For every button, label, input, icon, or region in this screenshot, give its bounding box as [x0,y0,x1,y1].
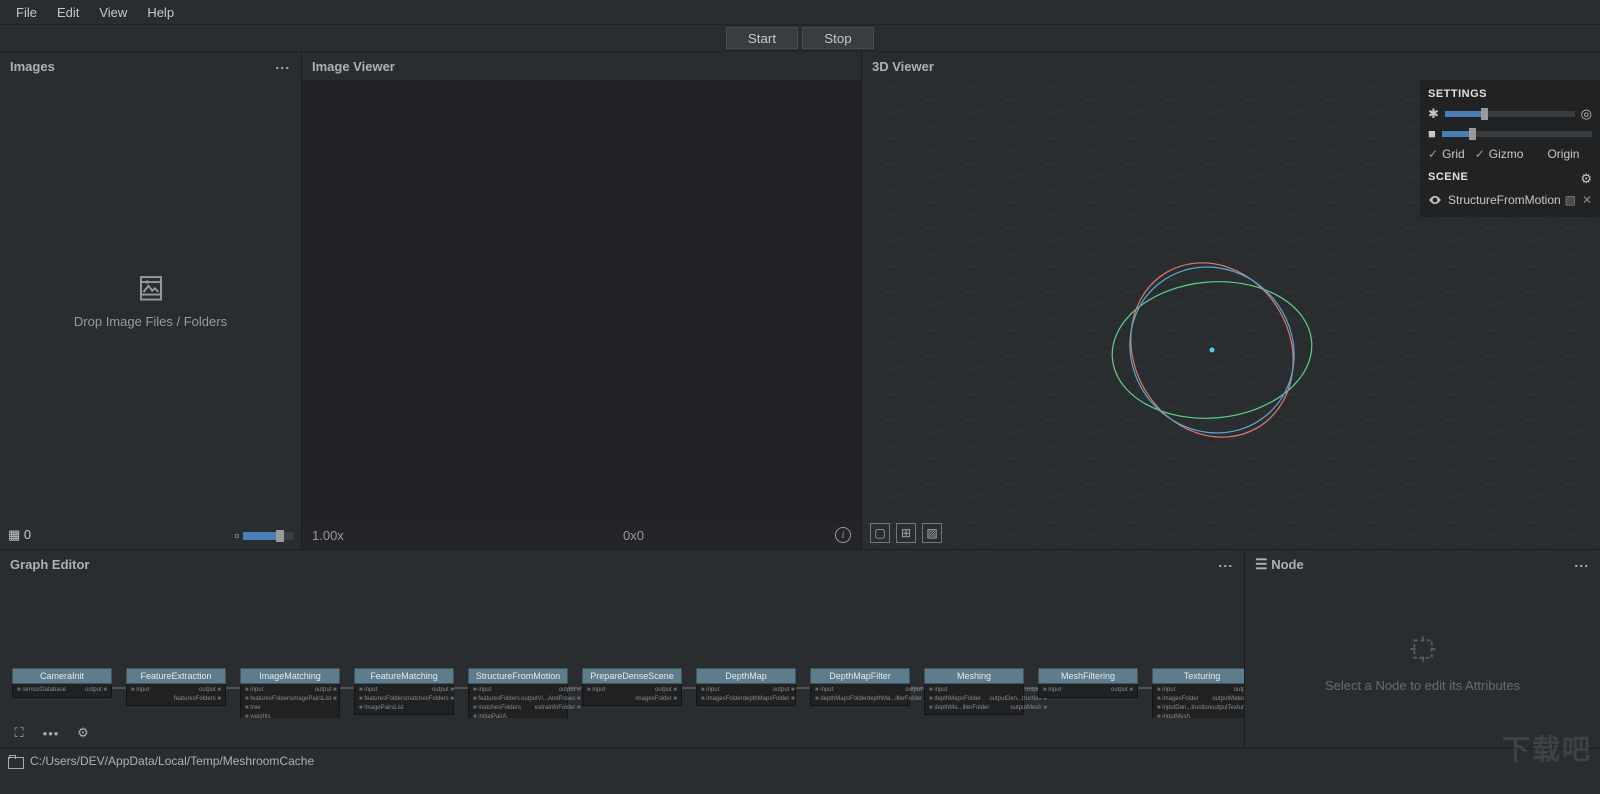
scene-settings-icon[interactable]: ⚙ [1580,171,1592,187]
view-bbox-icon[interactable]: ▢ [870,523,890,543]
node-depthmap[interactable]: DepthMapinputimagesFolderoutputdepthMaps… [696,668,796,706]
graph-editor-panel: Graph Editor CameraInitsensorDatabaseout… [0,550,1244,748]
graph-more-icon[interactable] [40,722,62,744]
thumb-size-control[interactable]: ▫ [235,528,293,543]
viewer3d-panel: 3D Viewer ▢ ⊞ ▨ SETTINGS [862,52,1600,549]
graph-editor-menu-icon[interactable] [1218,559,1234,570]
image-viewer-canvas[interactable] [302,80,861,521]
toggle-origin[interactable]: Origin [1533,147,1579,161]
menu-edit[interactable]: Edit [47,3,89,22]
graph-settings-icon[interactable]: ⚙ [72,722,94,744]
toggle-grid[interactable]: Grid [1428,147,1465,161]
node-preparedensescene[interactable]: PrepareDenseSceneinputoutputimagesFolder [582,668,682,706]
tune-icon: ☰ [1255,556,1268,572]
scene-heading: SCENE [1428,171,1468,183]
info-icon[interactable]: i [835,527,851,543]
stop-button[interactable]: Stop [802,27,874,49]
graph-canvas[interactable]: CameraInitsensorDatabaseoutput FeatureExt… [0,578,1244,718]
menubar: File Edit View Help [0,0,1600,24]
settings-heading: SETTINGS [1428,88,1592,100]
node-panel-menu-icon[interactable] [1574,559,1590,570]
graph-editor-title: Graph Editor [10,557,89,572]
start-button[interactable]: Start [726,27,798,49]
menu-view[interactable]: View [89,3,137,22]
node-depthmapfilter[interactable]: DepthMapFilterinputdepthMapsFolderoutput… [810,668,910,706]
image-viewer-panel: Image Viewer 1.00x 0x0 i [302,52,862,549]
select-target-icon [1408,634,1438,664]
image-dimensions: 0x0 [432,528,835,543]
node-panel: ☰ Node Select a Node to edit its Attribu… [1244,550,1600,748]
menu-help[interactable]: Help [137,3,184,22]
statusbar: C:/Users/DEV/AppData/Local/Temp/Meshroom… [0,748,1600,772]
scene-item-sfm[interactable]: StructureFromMotion ▧✕ [1428,189,1592,211]
eye-icon [1428,193,1442,207]
toggle-gizmo[interactable]: Gizmo [1475,147,1524,161]
node-imagematching[interactable]: ImageMatchinginputfeaturesFolderstreewei… [240,668,340,718]
node-texturing[interactable]: TexturinginputimagesFolderinputDen...tru… [1152,668,1244,718]
layers-icon[interactable]: ▧ [1565,193,1576,207]
viewer3d-title: 3D Viewer [872,59,934,74]
node-camerainit[interactable]: CameraInitsensorDatabaseoutput [12,668,112,698]
menu-file[interactable]: File [6,3,47,22]
point-size-slider[interactable]: ✱◎ [1428,106,1592,122]
image-drop-zone[interactable]: Drop Image Files / Folders [0,80,301,521]
node-meshing[interactable]: MeshinginputdepthMapsFolderdepthMa...ilt… [924,668,1024,715]
cache-path: C:/Users/DEV/AppData/Local/Temp/Meshroom… [30,754,314,768]
node-meshfiltering[interactable]: MeshFilteringinputoutput [1038,668,1138,698]
image-count: ▦ 0 [8,527,31,543]
images-panel-menu-icon[interactable] [275,61,291,72]
remove-icon[interactable]: ✕ [1582,193,1592,207]
node-structurefrommotion[interactable]: StructureFromMotioninputfeaturesFoldersm… [468,668,568,718]
fit-view-icon[interactable]: ⛶ [8,722,30,744]
node-panel-title: Node [1271,557,1304,572]
image-drop-hint: Drop Image Files / Folders [74,314,227,329]
image-viewer-title: Image Viewer [312,59,395,74]
camera-scale-slider[interactable]: ■ [1428,126,1592,141]
zoom-level: 1.00x [312,528,432,543]
images-panel-title: Images [10,59,55,74]
view-shade-icon[interactable]: ▨ [922,523,942,543]
image-icon [134,272,168,302]
viewer3d-settings: SETTINGS ✱◎ ■ Grid Gizmo Origin SCENE ⚙ … [1420,80,1600,217]
view-grid-icon[interactable]: ⊞ [896,523,916,543]
toolbar: Start Stop [0,24,1600,52]
node-featurematching[interactable]: FeatureMatchinginputfeaturesFoldersimage… [354,668,454,715]
folder-icon[interactable] [8,755,22,767]
node-empty-hint: Select a Node to edit its Attributes [1325,678,1520,693]
images-panel: Images Drop Image Files / Folders ▦ 0 ▫ [0,52,302,549]
node-featureextraction[interactable]: FeatureExtractioninputoutputfeaturesFold… [126,668,226,706]
